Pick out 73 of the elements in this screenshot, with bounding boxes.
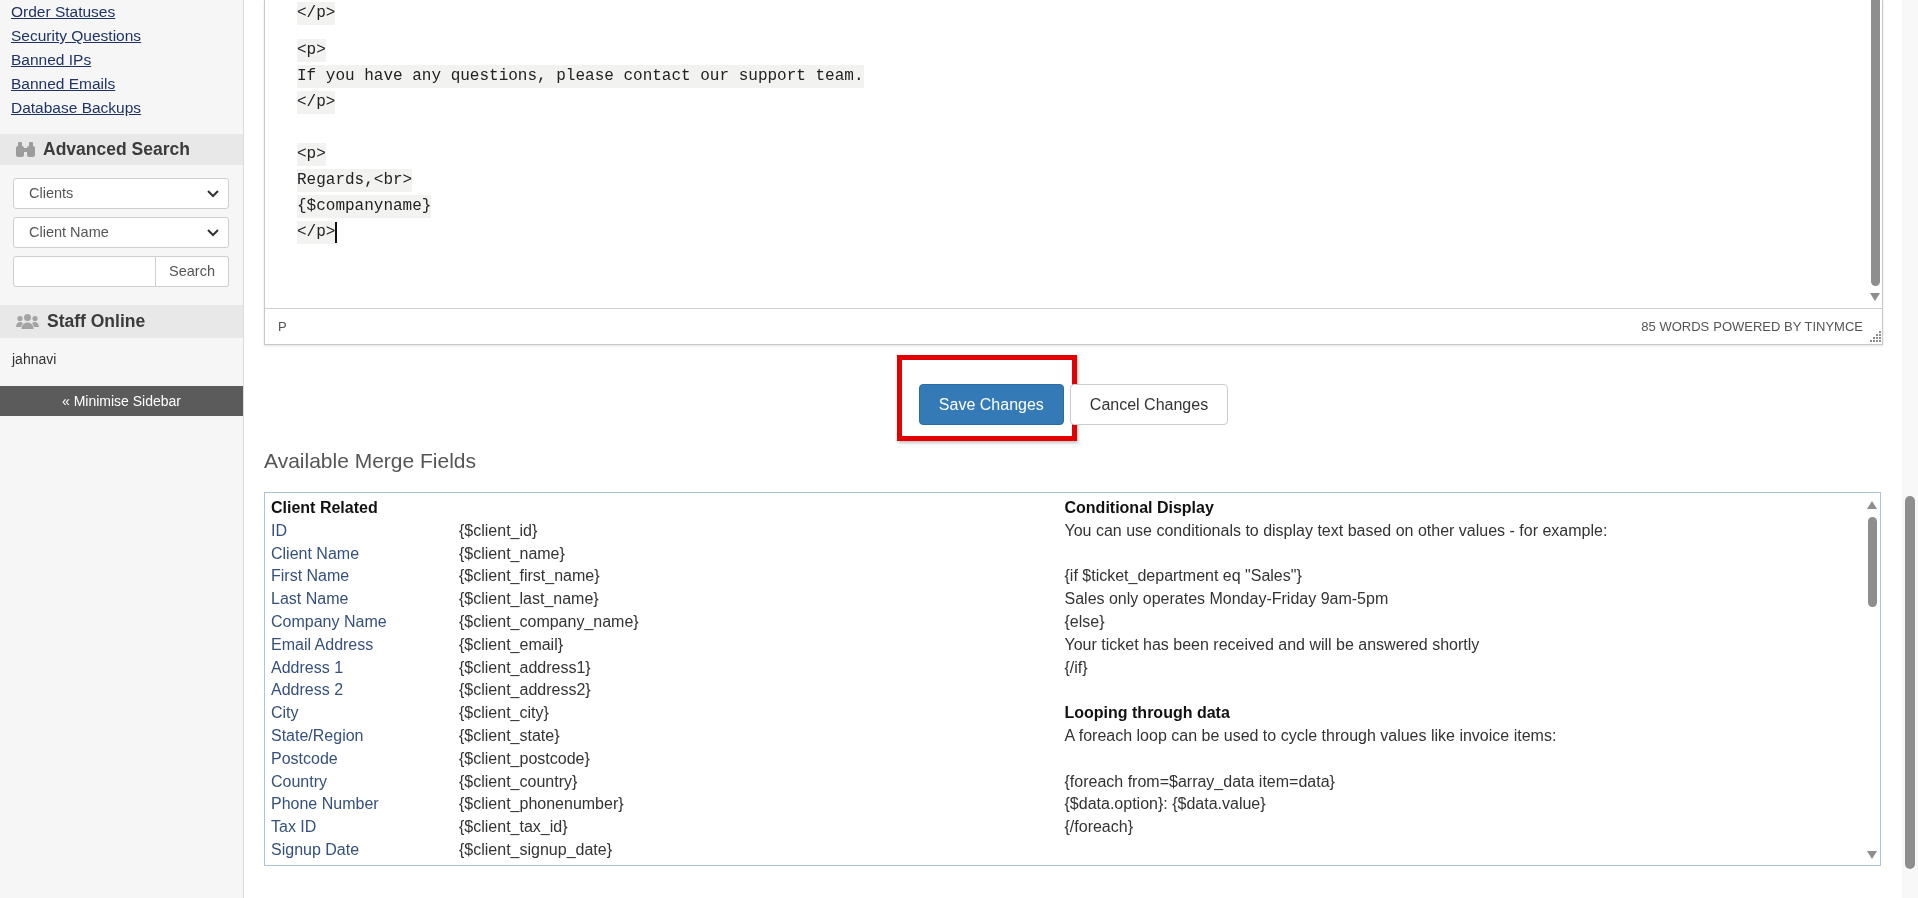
staff-name: jahnavi xyxy=(12,350,57,369)
merge-field-link[interactable]: ID xyxy=(271,519,287,543)
chevron-down-icon xyxy=(207,189,219,198)
branding-link[interactable]: POWERED BY TINYMCE xyxy=(1713,316,1863,337)
merge-field-tag: {$client_address1} xyxy=(459,656,591,680)
merge-field-link[interactable]: Address 1 xyxy=(271,656,344,680)
help-text: {else} xyxy=(1064,612,1105,632)
help-text: Your ticket has been received and will be answered shortly xyxy=(1064,634,1480,655)
merge-field-link[interactable]: Client Name xyxy=(271,542,360,566)
help-text: {/if} xyxy=(1064,657,1088,678)
merge-field-link[interactable]: Tax ID xyxy=(271,816,317,839)
sidebar-link[interactable]: Security Questions xyxy=(11,27,142,44)
section-title: Advanced Search xyxy=(43,138,190,162)
help-text: {$data.option}: {$data.value} xyxy=(1064,794,1266,815)
section-heading: Available Merge Fields xyxy=(264,448,477,474)
minimise-sidebar-button[interactable]: « Minimise Sidebar xyxy=(0,386,243,416)
merge-field-link[interactable]: Last Name xyxy=(271,588,349,611)
merge-field-link[interactable]: Phone Number xyxy=(271,793,379,817)
save-button[interactable]: Save Changes xyxy=(918,384,1064,425)
merge-field-tag: {$client_last_name} xyxy=(459,588,599,611)
cancel-button[interactable]: Cancel Changes xyxy=(1069,384,1229,425)
help-text: {if $ticket_department eq "Sales"} xyxy=(1064,566,1302,587)
merge-field-link[interactable]: Address 2 xyxy=(271,679,344,703)
merge-field-tag: {$client_city} xyxy=(459,702,549,725)
sidebar-link[interactable]: Banned Emails xyxy=(11,75,116,92)
search-button[interactable]: Search xyxy=(156,256,229,287)
sidebar-link[interactable]: Banned IPs xyxy=(11,51,92,68)
help-text: A foreach loop can be used to cycle through values like invoice items: xyxy=(1064,725,1557,746)
word-count: 85 WORDS xyxy=(1641,317,1710,336)
group-title: Conditional Display xyxy=(1064,498,1214,518)
scrollbar-thumb[interactable] xyxy=(1867,517,1877,607)
merge-field-link[interactable]: State/Region xyxy=(271,724,364,748)
merge-field-tag: {$client_email} xyxy=(459,633,564,657)
merge-field-link[interactable]: City xyxy=(271,702,299,725)
merge-field-link[interactable]: Signup Date xyxy=(271,838,360,862)
merge-field-tag: {$client_id} xyxy=(459,519,538,543)
merge-field-link[interactable]: First Name xyxy=(271,565,350,589)
group-title: Client Related xyxy=(271,498,378,518)
scrollbar-thumb[interactable] xyxy=(1870,0,1880,286)
sidebar-link[interactable]: Order Statuses xyxy=(11,3,116,20)
scrollbar-thumb[interactable] xyxy=(1905,496,1915,869)
dropdown[interactable]: Client Name xyxy=(13,217,229,248)
chevron-down-icon xyxy=(207,228,219,237)
merge-field-tag: {$client_name} xyxy=(459,542,565,566)
binoculars-icon xyxy=(16,142,35,157)
merge-field-link[interactable]: Company Name xyxy=(271,611,387,634)
merge-field-tag: {$client_postcode} xyxy=(459,747,590,771)
sidebar-link[interactable]: Database Backups xyxy=(11,99,142,116)
merge-field-tag: {$client_phonenumber} xyxy=(459,793,624,817)
merge-field-tag: {$client_first_name} xyxy=(459,565,600,589)
help-text: Sales only operates Monday-Friday 9am-5pm xyxy=(1064,589,1389,610)
resize-handle-icon[interactable] xyxy=(1870,331,1881,342)
help-text: {/foreach} xyxy=(1064,817,1133,838)
arrow-up-icon[interactable] xyxy=(1867,501,1877,509)
arrow-down-icon[interactable] xyxy=(1870,293,1880,301)
merge-field-tag: {$client_tax_id} xyxy=(459,816,568,839)
merge-field-link[interactable]: Email Address xyxy=(271,633,374,657)
help-text: {foreach from=$array_data item=data} xyxy=(1064,771,1335,792)
merge-field-tag: {$client_country} xyxy=(459,770,578,794)
merge-field-tag: {$client_address2} xyxy=(459,679,591,703)
arrow-down-icon[interactable] xyxy=(1867,851,1877,859)
users-icon xyxy=(16,314,39,329)
merge-field-tag: {$client_state} xyxy=(459,724,560,748)
merge-field-link[interactable]: Country xyxy=(271,770,328,794)
help-text: You can use conditionals to display text based on other values - for example: xyxy=(1064,520,1608,541)
element-path[interactable]: P xyxy=(278,316,287,337)
merge-field-link[interactable]: Postcode xyxy=(271,747,338,771)
dropdown[interactable]: Clients xyxy=(13,178,229,209)
group-title: Looping through data xyxy=(1064,703,1230,724)
merge-field-tag: {$client_signup_date} xyxy=(459,838,613,862)
merge-field-tag: {$client_company_name} xyxy=(459,611,639,634)
section-title: Staff Online xyxy=(47,310,146,334)
search-input[interactable] xyxy=(13,256,156,287)
